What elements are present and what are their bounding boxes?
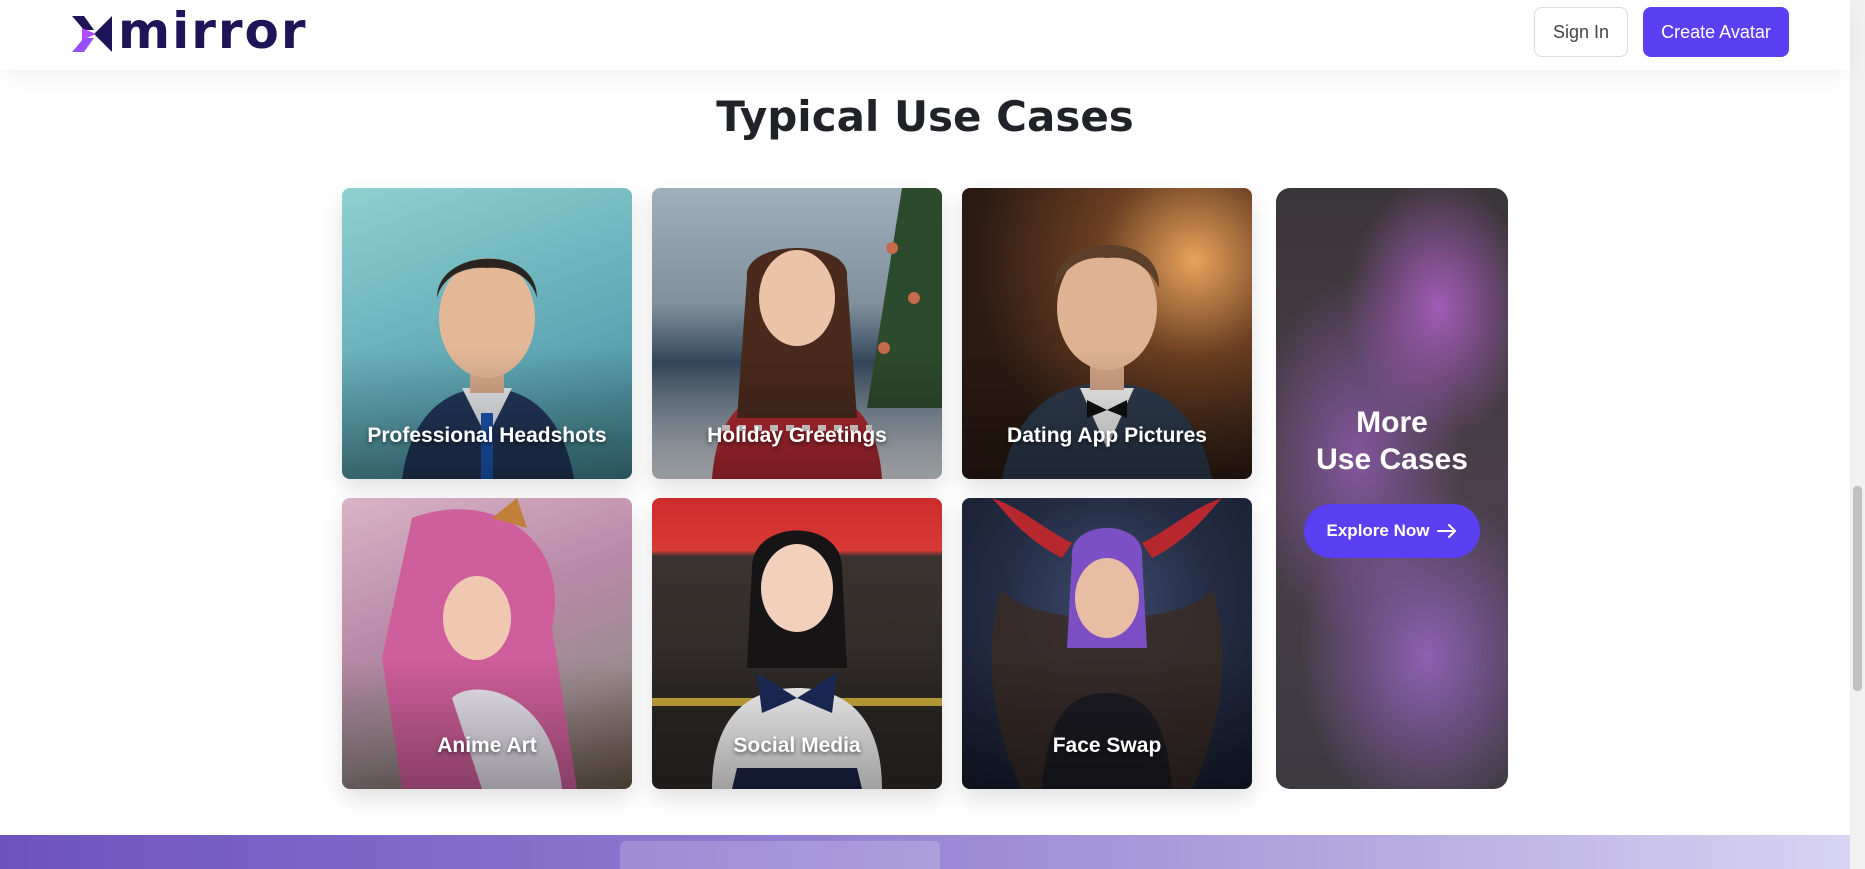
card-gradient-overlay — [342, 348, 632, 479]
scrollbar-thumb[interactable] — [1853, 486, 1862, 691]
more-title-line1: More — [1356, 406, 1428, 439]
use-case-card-social-media[interactable]: Social Media — [652, 498, 942, 789]
card-label: Social Media — [733, 734, 861, 757]
card-label: Dating App Pictures — [1007, 424, 1207, 447]
section-title: Typical Use Cases — [716, 92, 1134, 141]
create-avatar-button[interactable]: Create Avatar — [1643, 7, 1789, 57]
more-use-cases-card: More Use Cases Explore Now — [1276, 188, 1508, 789]
logo-icon — [72, 16, 112, 52]
arrow-right-icon — [1437, 524, 1457, 538]
use-case-card-holiday-greetings[interactable]: Holiday Greetings — [652, 188, 942, 479]
top-navigation-bar: mirror Sign In Create Avatar — [0, 0, 1850, 70]
card-gradient-overlay — [962, 658, 1252, 789]
next-section-heading-placeholder — [620, 841, 940, 869]
sign-in-button[interactable]: Sign In — [1534, 7, 1628, 57]
use-case-card-professional-headshots[interactable]: Professional Headshots — [342, 188, 632, 479]
card-label: Professional Headshots — [367, 424, 607, 447]
explore-now-button[interactable]: Explore Now — [1304, 504, 1480, 558]
card-label: Face Swap — [1052, 734, 1162, 757]
next-section-banner — [0, 835, 1850, 869]
card-gradient-overlay — [652, 658, 942, 789]
use-case-card-dating-app-pictures[interactable]: Dating App Pictures — [962, 188, 1252, 479]
page-scrollbar[interactable] — [1850, 0, 1865, 869]
more-use-cases-title: More Use Cases — [1276, 404, 1508, 478]
logo-text: mirror — [118, 2, 308, 60]
card-gradient-overlay — [652, 348, 942, 479]
more-title-line2: Use Cases — [1316, 443, 1468, 476]
card-label: Holiday Greetings — [707, 424, 887, 447]
use-case-card-face-swap[interactable]: Face Swap — [962, 498, 1252, 789]
card-gradient-overlay — [962, 348, 1252, 479]
card-label: Anime Art — [437, 734, 537, 757]
explore-now-label: Explore Now — [1326, 521, 1430, 540]
use-case-card-anime-art[interactable]: Anime Art — [342, 498, 632, 789]
logo[interactable]: mirror — [70, 2, 308, 60]
card-gradient-overlay — [342, 658, 632, 789]
